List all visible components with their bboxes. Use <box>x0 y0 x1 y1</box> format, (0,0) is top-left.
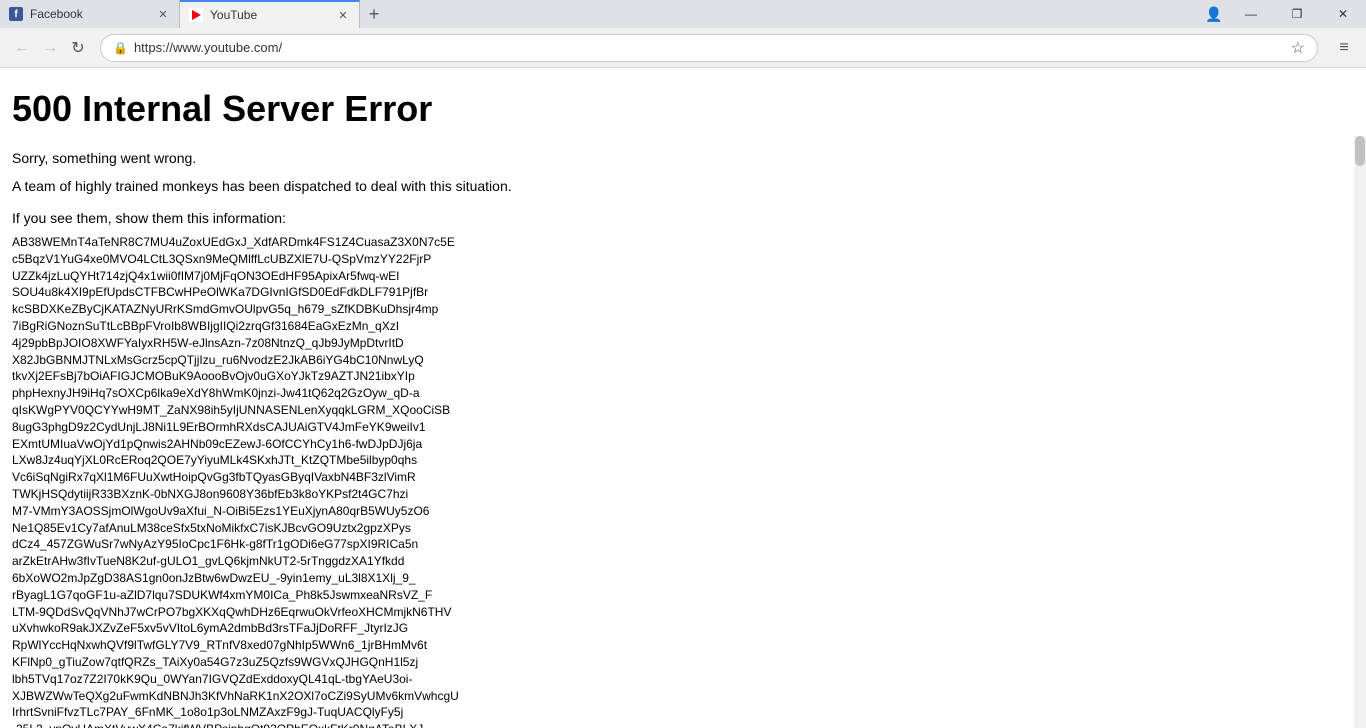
facebook-tab-close[interactable]: ✕ <box>155 6 171 22</box>
youtube-tab-title: YouTube <box>210 8 331 22</box>
forward-button[interactable]: → <box>36 34 64 62</box>
menu-button[interactable]: ≡ <box>1330 34 1358 62</box>
facebook-tab[interactable]: f Facebook ✕ <box>0 0 180 28</box>
error-message: A team of highly trained monkeys has bee… <box>12 178 1346 194</box>
close-button[interactable]: ✕ <box>1320 0 1366 28</box>
address-bar[interactable] <box>134 40 1285 55</box>
minimize-button[interactable]: — <box>1228 0 1274 28</box>
facebook-favicon: f <box>8 6 24 22</box>
window-controls: 👤 — ❐ ✕ <box>1200 0 1366 28</box>
scrollbar[interactable] <box>1354 136 1366 728</box>
back-button[interactable]: ← <box>8 34 36 62</box>
restore-button[interactable]: ❐ <box>1274 0 1320 28</box>
reload-button[interactable]: ↻ <box>64 34 92 62</box>
new-tab-button[interactable]: + <box>360 0 388 28</box>
user-icon[interactable]: 👤 <box>1200 0 1228 28</box>
youtube-tab-close[interactable]: ✕ <box>335 7 351 23</box>
title-bar: f Facebook ✕ YouTube ✕ + 👤 — ❐ ✕ <box>0 0 1366 28</box>
error-title: 500 Internal Server Error <box>12 88 1346 130</box>
scrollbar-thumb[interactable] <box>1355 136 1365 166</box>
page-content: 500 Internal Server Error Sorry, somethi… <box>0 68 1366 728</box>
error-code: AB38WEMnT4aTeNR8C7MU4uZoxUEdGxJ_XdfARDmk… <box>12 234 1346 728</box>
lock-icon: 🔒 <box>113 41 128 55</box>
nav-bar: ← → ↻ 🔒 ☆ ≡ <box>0 28 1366 68</box>
bookmark-icon[interactable]: ☆ <box>1291 38 1305 58</box>
youtube-favicon <box>188 7 204 23</box>
error-subtitle: Sorry, something went wrong. <box>12 150 1346 166</box>
address-bar-container: 🔒 ☆ <box>100 34 1318 62</box>
youtube-tab[interactable]: YouTube ✕ <box>180 0 360 28</box>
error-info-label: If you see them, show them this informat… <box>12 210 1346 226</box>
facebook-tab-title: Facebook <box>30 7 151 21</box>
